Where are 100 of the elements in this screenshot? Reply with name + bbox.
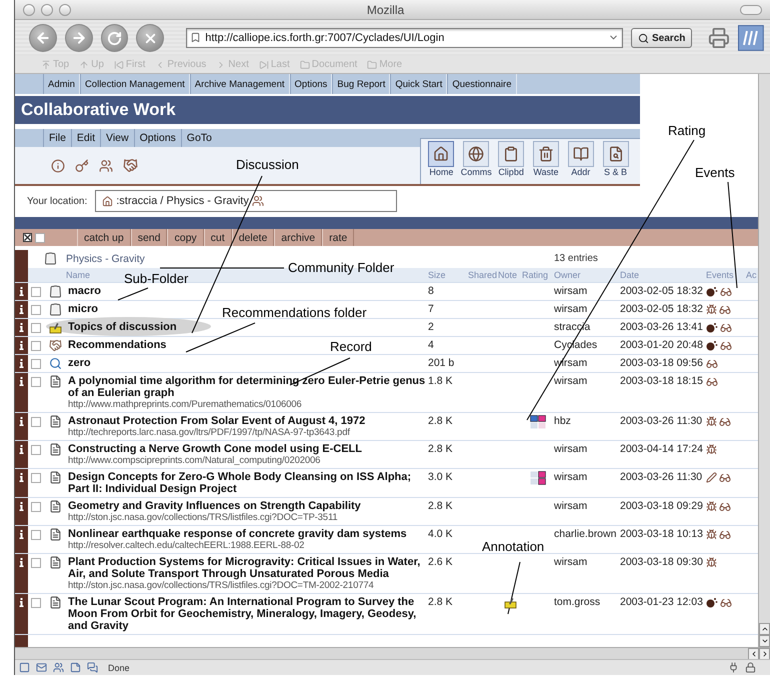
close-button[interactable] — [23, 4, 35, 16]
toolbar-toggle-button[interactable] — [740, 4, 762, 14]
handshake-icon[interactable] — [123, 158, 138, 173]
item-link[interactable]: micro — [68, 303, 98, 315]
key-icon[interactable] — [75, 158, 89, 172]
toolbar-button[interactable]: Comms — [460, 141, 493, 184]
size-text: 4.0 K — [428, 528, 453, 541]
url-link[interactable]: http://ston.jsc.nasa.gov/collections/TRS/listfiles.cgi?DOC=TM-2002-210774 — [68, 580, 374, 591]
page-icon[interactable] — [19, 662, 30, 673]
info-icon[interactable] — [19, 305, 24, 314]
row-checkbox[interactable] — [31, 341, 41, 351]
info-icon[interactable] — [19, 558, 24, 567]
search-icon — [608, 146, 624, 162]
horizontal-scrollbar[interactable] — [15, 647, 770, 659]
url-link[interactable]: http://techreports.larc.nasa.gov/ltrs/PDF/1997/tp/NASA-97-tp3643.pdf — [68, 427, 350, 438]
minimize-button[interactable] — [41, 4, 53, 16]
url-link[interactable]: http://www.mathpreprints.com/Puremathematics/0106006 — [68, 399, 302, 410]
reload-button[interactable] — [100, 24, 128, 52]
note-icon[interactable] — [70, 662, 81, 673]
size-text: 2.8 K — [428, 415, 453, 428]
toolbar-button[interactable]: Home — [425, 141, 458, 184]
row-checkbox[interactable] — [31, 530, 41, 540]
printer-icon[interactable] — [708, 27, 730, 49]
item-link[interactable]: Astronaut Protection From Solar Event of August 4, 1972 — [68, 415, 366, 427]
info-icon[interactable] — [19, 341, 24, 350]
mail-icon[interactable] — [36, 662, 47, 673]
toolbar-button[interactable]: Waste — [529, 141, 562, 184]
row-checkbox[interactable] — [31, 445, 41, 455]
info-icon[interactable] — [51, 158, 65, 172]
item-link[interactable]: zero — [68, 357, 91, 369]
row-checkbox[interactable] — [31, 323, 41, 333]
back-button[interactable] — [29, 24, 57, 52]
menu-item[interactable]: Quick Start — [390, 74, 448, 94]
chat-icon[interactable] — [87, 662, 98, 673]
item-link[interactable]: Design Concepts for Zero-G Whole Body Cleansing on ISS Alpha; Part II: Individual Design Project — [68, 471, 428, 495]
users-icon[interactable] — [99, 158, 113, 172]
item-link[interactable]: Topics of discussion — [68, 321, 177, 333]
users-icon[interactable] — [53, 662, 64, 673]
leader-line — [508, 562, 520, 614]
item-link[interactable]: macro — [68, 285, 102, 297]
row-checkbox[interactable] — [31, 377, 41, 387]
menu-item[interactable]: Collection Management — [80, 74, 190, 94]
toolbar-button[interactable]: Clipbd — [494, 141, 528, 184]
url-link[interactable]: http://ston.jsc.nasa.gov/collections/TRS/listfiles.cgi?DOC=TP-3511 — [68, 512, 338, 523]
menu-item[interactable]: Archive Management — [190, 74, 290, 94]
size-text: 2.8 K — [428, 500, 453, 513]
info-icon[interactable] — [19, 530, 24, 539]
row-checkbox[interactable] — [31, 502, 41, 512]
action-button[interactable]: rate — [322, 229, 354, 246]
callout-label: Events — [695, 165, 735, 181]
select-all-checkbox[interactable] — [35, 233, 45, 243]
row-checkbox[interactable] — [31, 417, 41, 427]
item-link[interactable]: Constructing a Nerve Growth Cone model using E-CELL — [68, 443, 362, 455]
info-icon[interactable] — [19, 323, 24, 332]
scroll-left-button[interactable] — [748, 648, 759, 660]
forward-button[interactable] — [64, 24, 93, 52]
info-icon[interactable] — [19, 287, 24, 296]
toolbar-button[interactable]: Addr — [564, 141, 598, 184]
scroll-up-button[interactable] — [759, 623, 770, 635]
toolbar-button[interactable]: S & B — [599, 141, 632, 184]
info-icon[interactable] — [19, 502, 24, 511]
info-icon[interactable] — [19, 359, 24, 368]
row-checkbox[interactable] — [31, 305, 41, 315]
menu-item[interactable]: Admin — [43, 74, 80, 94]
scroll-down-button[interactable] — [759, 635, 770, 647]
item-link[interactable]: The Lunar Scout Program: An International Program to Survey the Moon From Orbit for Geochemistry, Mineralogy, Imagery, Geodesy, and Gravity — [68, 596, 428, 632]
item-link[interactable]: Recommendations — [68, 339, 166, 351]
scroll-right-button[interactable] — [759, 648, 770, 660]
vertical-scrollbar[interactable] — [758, 74, 770, 647]
menu-item[interactable]: Options — [290, 74, 332, 94]
item-link[interactable]: Nonlinear earthquake response of concrete gravity dam systems — [68, 528, 407, 540]
cross-box-icon[interactable] — [23, 233, 32, 242]
search-button[interactable]: Search — [631, 28, 692, 48]
item-link[interactable]: Geometry and Gravity Influences on Strength Capability — [68, 500, 361, 512]
item-link[interactable]: Plant Production Systems for Microgravity: Critical Issues in Water, Air, and Solute Transport Through Unsaturated Porous Media — [68, 556, 428, 580]
info-icon[interactable] — [19, 417, 24, 426]
action-button[interactable]: cut — [204, 229, 232, 246]
action-button[interactable]: archive — [274, 229, 322, 246]
menu-item[interactable]: Bug Report — [332, 74, 390, 94]
info-icon[interactable] — [19, 473, 24, 482]
row-checkbox[interactable] — [31, 473, 41, 483]
stop-button[interactable] — [136, 24, 164, 52]
location-field[interactable]: :straccia / Physics - Gravity — [95, 190, 398, 212]
row-checkbox[interactable] — [31, 287, 41, 297]
info-icon[interactable] — [19, 377, 24, 386]
row-checkbox[interactable] — [31, 359, 41, 369]
row-checkbox[interactable] — [31, 598, 41, 608]
info-icon[interactable] — [19, 598, 24, 607]
action-button[interactable]: catch up — [77, 229, 131, 246]
action-button[interactable]: copy — [167, 229, 204, 246]
url-link[interactable]: http://resolver.caltech.edu/caltechEERL:1988.EERL-88-02 — [68, 540, 304, 551]
zoom-button[interactable] — [59, 4, 71, 16]
action-button[interactable]: delete — [232, 229, 274, 246]
item-link[interactable]: A polynomial time algorithm for determining zero Euler-Petrie genus of an Eulerian graph — [68, 375, 428, 399]
info-icon[interactable] — [19, 445, 24, 454]
url-link[interactable]: http://www.compscipreprints.com/Natural_computing/0202006 — [68, 455, 320, 466]
action-button[interactable]: send — [130, 229, 168, 246]
url-field[interactable]: http://calliope.ics.forth.gr:7007/Cyclades/UI/Login — [186, 28, 624, 48]
row-checkbox[interactable] — [31, 558, 41, 568]
menu-item[interactable]: Questionnaire — [447, 74, 516, 94]
